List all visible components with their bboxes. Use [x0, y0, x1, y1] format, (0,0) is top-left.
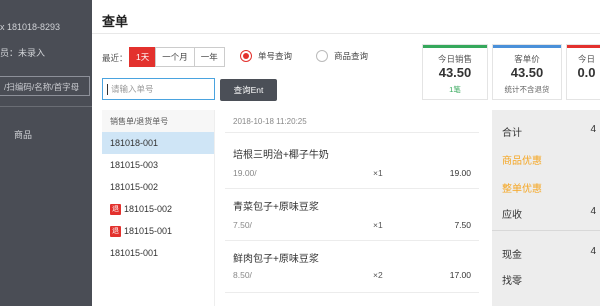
radio-product-lookup[interactable]: 商品查询	[316, 50, 368, 62]
cash-label: 现金	[502, 250, 522, 261]
product-quantity: ×2	[373, 270, 383, 280]
stat-label: 今日销售	[437, 54, 472, 64]
order-id: 181015-002	[110, 182, 159, 192]
receivable-value: 4	[590, 206, 596, 217]
detail-divider	[225, 188, 479, 189]
stat-value: 43.50	[438, 65, 472, 80]
order-lookup-modal: 查单 最近： 1天 一个月 一年 单号查询 商品查询 请输入单号 查询Ent 今…	[92, 0, 600, 306]
order-id: 181015-001	[124, 226, 173, 236]
product-subtotal: 7.50	[454, 220, 471, 230]
range-1-year-button[interactable]: 一年	[193, 47, 225, 67]
detail-divider	[225, 132, 479, 133]
order-list-item[interactable]: 退 181015-001	[102, 220, 214, 242]
background-product-search: /扫编码/名称/首字母	[0, 76, 90, 96]
radio-product-lookup-label: 商品查询	[334, 51, 369, 61]
background-member-label: 员：未录入	[0, 48, 46, 58]
stat-sub: 1笔	[449, 85, 461, 94]
order-list-item[interactable]: 181018-001	[102, 132, 214, 154]
radio-selected-icon	[240, 50, 252, 62]
stat-sub: 统计不含退货	[504, 85, 550, 94]
order-list: 销售单/退货单号 181018-001 181015-003 181015-00…	[102, 110, 215, 306]
product-subtotal: 17.00	[449, 270, 471, 280]
background-column-label: 商品	[14, 130, 33, 140]
order-id: 181018-001	[110, 138, 159, 148]
product-discount-label: 商品优惠	[502, 156, 542, 167]
range-1-month-button[interactable]: 一个月	[155, 47, 195, 67]
summary-divider	[492, 230, 600, 231]
order-detail: 2018-10-18 11:20:25 培根三明治+椰子牛奶 19.00/ ×1…	[225, 110, 479, 306]
stat-label: 今日	[577, 54, 595, 64]
order-timestamp: 2018-10-18 11:20:25	[233, 117, 307, 126]
text-cursor	[107, 83, 108, 95]
order-id: 181015-002	[124, 204, 173, 214]
stat-card-accent	[423, 45, 487, 48]
product-price: 19.00/	[233, 168, 257, 178]
total-label: 合计	[502, 128, 522, 139]
order-list-item[interactable]: 181015-001	[102, 242, 214, 264]
radio-order-lookup[interactable]: 单号查询	[240, 50, 292, 62]
background-divider	[0, 106, 92, 107]
product-price: 7.50/	[233, 220, 252, 230]
order-id: 181015-001	[110, 248, 159, 258]
background-panel: x 181018-8293 员：未录入 /扫编码/名称/首字母 商品	[0, 0, 92, 306]
range-label: 最近：	[102, 53, 128, 63]
stat-card-avg-ticket: 客单价 43.50 统计不含退货	[492, 44, 562, 100]
stat-card-accent	[493, 45, 561, 48]
order-list-item[interactable]: 181015-003	[102, 154, 214, 176]
order-number-input[interactable]: 请输入单号	[102, 78, 215, 100]
order-discount-label: 整单优惠	[502, 184, 542, 195]
radio-order-lookup-label: 单号查询	[258, 51, 293, 61]
cash-value: 4	[590, 246, 596, 257]
order-list-item[interactable]: 181015-002	[102, 176, 214, 198]
order-list-header: 销售单/退货单号	[102, 110, 214, 132]
product-quantity: ×1	[373, 220, 383, 230]
stat-card-accent	[567, 45, 600, 48]
search-button[interactable]: 查询Ent	[220, 79, 277, 101]
background-order-number: x 181018-8293	[0, 22, 61, 32]
detail-divider	[225, 292, 479, 293]
refund-tag-icon: 退	[110, 203, 121, 215]
stat-card-today-third: 今日 0.0	[566, 44, 600, 100]
radio-unselected-icon	[316, 50, 328, 62]
product-name: 培根三明治+椰子牛奶	[233, 150, 329, 161]
detail-divider	[225, 240, 479, 241]
product-name: 鲜肉包子+原味豆浆	[233, 254, 319, 265]
order-id: 181015-003	[110, 160, 159, 170]
order-list-item[interactable]: 退 181015-002	[102, 198, 214, 220]
product-quantity: ×1	[373, 168, 383, 178]
change-label: 找零	[502, 276, 522, 287]
modal-title: 查单	[102, 14, 129, 29]
product-subtotal: 19.00	[449, 168, 471, 178]
total-value: 4	[590, 124, 596, 135]
product-name: 青菜包子+原味豆浆	[233, 202, 319, 213]
stat-value: 0.0	[577, 65, 596, 80]
stat-label: 客单价	[514, 54, 540, 64]
order-number-placeholder: 请输入单号	[111, 84, 154, 94]
refund-tag-icon: 退	[110, 225, 121, 237]
stat-value: 43.50	[510, 65, 544, 80]
order-summary: 合计 4 商品优惠 整单优惠 应收 4 现金 4 找零	[492, 110, 600, 306]
range-1-day-button[interactable]: 1天	[129, 47, 157, 67]
stat-card-today-sales: 今日销售 43.50 1笔	[422, 44, 488, 100]
range-selector: 1天 一个月 一年	[129, 47, 225, 67]
product-price: 8.50/	[233, 270, 252, 280]
receivable-label: 应收	[502, 210, 522, 221]
title-divider	[92, 33, 600, 34]
